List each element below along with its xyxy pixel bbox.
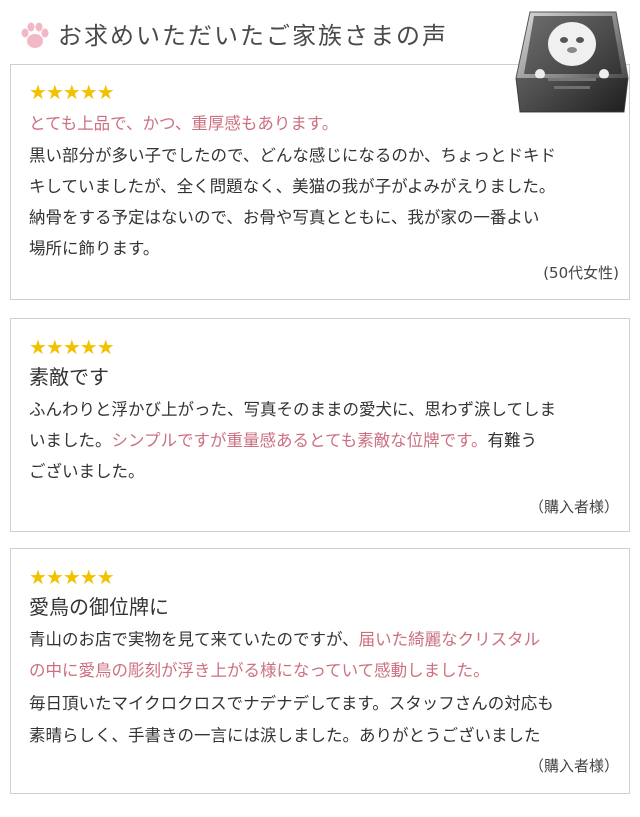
review-text-segment: いました。 — [29, 431, 112, 450]
reviewer-signature: （購入者様） — [528, 498, 619, 516]
review-text-segment: 有難う — [487, 431, 538, 450]
review-text-line: ふんわりと浮かび上がった、写真そのままの愛犬に、思わず涙してしま — [29, 400, 557, 419]
review-title: 愛鳥の御位牌に — [29, 595, 169, 619]
crystal-memorial-product-image — [515, 11, 629, 113]
review-card: ★★★★★ 愛鳥の御位牌に 青山のお店で実物を見て来ていたのですが、届いた綺麗な… — [10, 548, 630, 794]
review-text-line: キしていましたが、全く問題なく、美猫の我が子がよみがえりました。 — [29, 177, 556, 196]
review-text-line: 青山のお店で実物を見て来ていたのですが、届いた綺麗なクリスタル — [29, 629, 540, 651]
review-highlight: とても上品で、かつ、重厚感もあります。 — [29, 114, 339, 133]
review-text-line: 毎日頂いたマイクロクロスでナデナデしてます。スタッフさんの対応も — [29, 694, 554, 713]
reviewer-signature: （購入者様） — [528, 757, 619, 775]
page-title: お求めいただいたご家族さまの声 — [58, 22, 448, 50]
review-highlight: シンプルですが重量感あるとても素敵な位牌です。 — [111, 431, 488, 450]
review-title: 素敵です — [29, 365, 109, 389]
star-rating: ★★★★★ — [29, 335, 115, 359]
reviewer-signature: (50代女性) — [543, 264, 619, 282]
review-highlight: 届いた綺麗なクリスタル — [358, 630, 541, 649]
review-text-line: 黒い部分が多い子でしたので、どんな感じになるのか、ちょっとドキド — [29, 146, 557, 165]
review-card: ★★★★★ 素敵です ふんわりと浮かび上がった、写真そのままの愛犬に、思わず涙し… — [10, 318, 630, 532]
review-text-line: いました。シンプルですが重量感あるとても素敵な位牌です。有難う — [29, 430, 537, 452]
review-text-line: 納骨をする予定はないので、お骨や写真とともに、我が家の一番よい — [29, 208, 540, 227]
review-text-line: 素晴らしく、手書きの一言には涙しました。ありがとうございました — [29, 726, 541, 745]
review-text-line: 場所に飾ります。 — [29, 239, 160, 258]
star-rating: ★★★★★ — [29, 80, 115, 104]
review-text-segment: 青山のお店で実物を見て来ていたのですが、 — [29, 630, 359, 649]
review-text-line: ございました。 — [29, 462, 145, 481]
star-rating: ★★★★★ — [29, 565, 115, 589]
paw-print-icon — [21, 22, 49, 48]
review-highlight: の中に愛鳥の彫刻が浮き上がる様になっていて感動しました。 — [29, 661, 490, 680]
